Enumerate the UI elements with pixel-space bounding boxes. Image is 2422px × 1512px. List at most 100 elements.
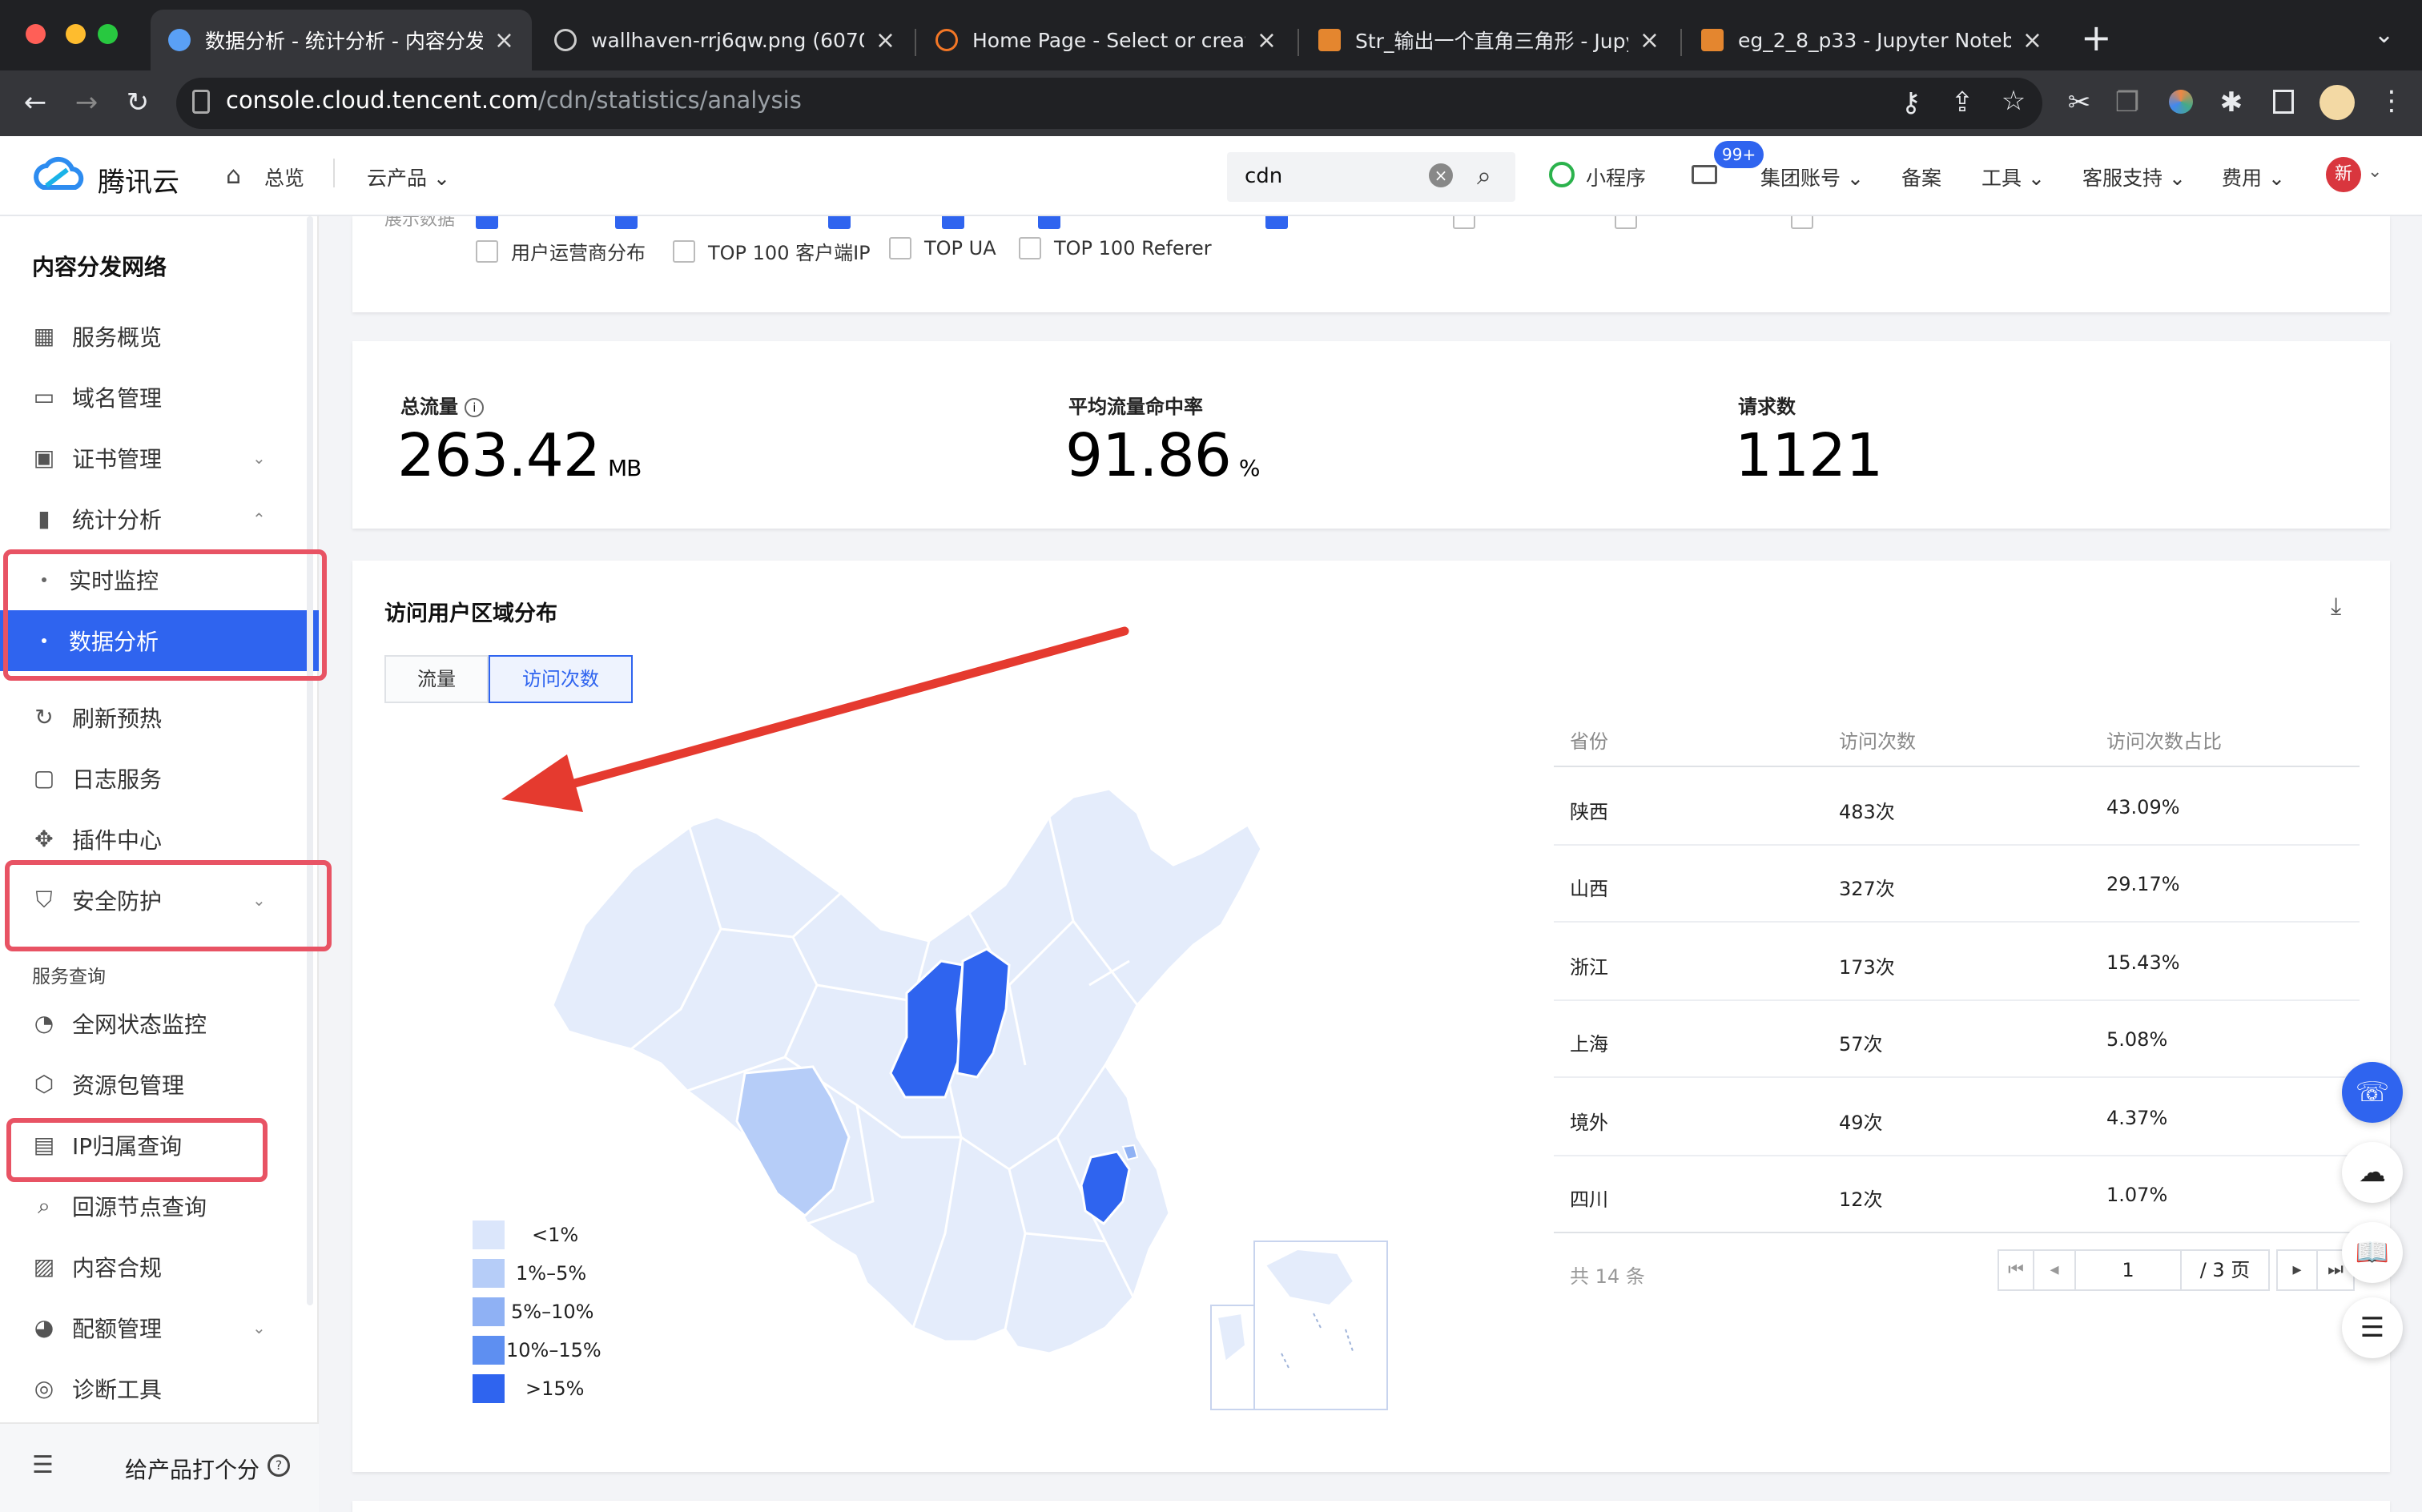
- first-page-button[interactable]: ⏮: [1998, 1249, 2034, 1291]
- legend-swatch: [473, 1336, 505, 1365]
- nav-support[interactable]: 客服支持 ⌄: [2082, 163, 2186, 191]
- sidebar-item-overview[interactable]: ▦ 服务概览: [0, 306, 319, 367]
- legend-swatch: [473, 1220, 505, 1249]
- metric-label-requests: 请求数: [1738, 396, 1796, 418]
- sidebar-item-certificates[interactable]: ▣ 证书管理 ⌄: [0, 428, 319, 489]
- browser-tab[interactable]: eg_2_8_p33 - Jupyter Notebo ×: [1684, 10, 2060, 70]
- filter-option-top-referer[interactable]: TOP 100 Referer: [1019, 237, 1212, 259]
- browser-tab[interactable]: Str_输出一个直角三角形 - Jupy ×: [1301, 10, 1677, 70]
- globe-favicon-icon: [554, 29, 577, 51]
- nav-tools[interactable]: 工具 ⌄: [1981, 163, 2045, 191]
- close-window-button[interactable]: [26, 24, 46, 44]
- puzzle-extensions-icon[interactable]: ✱: [2214, 86, 2249, 119]
- next-page-button[interactable]: ▸: [2276, 1249, 2318, 1291]
- sidebar-item-quota[interactable]: ◕ 配额管理 ⌄: [0, 1297, 319, 1358]
- clear-search-icon[interactable]: ×: [1429, 163, 1453, 187]
- sidebar-scrollbar[interactable]: [307, 216, 313, 1305]
- sidebar-item-content-compliance[interactable]: ▨ 内容合规: [0, 1237, 319, 1297]
- header-search-input[interactable]: cdn: [1245, 164, 1282, 188]
- close-tab-icon[interactable]: ×: [1257, 26, 1277, 54]
- key-icon[interactable]: ⚷: [1893, 86, 1929, 119]
- profile-avatar[interactable]: [2319, 85, 2355, 120]
- sidebar-item-packages[interactable]: ⬡ 资源包管理: [0, 1054, 319, 1115]
- sidebar-item-logs[interactable]: ▢ 日志服务: [0, 748, 319, 809]
- tab-search-chevron-icon[interactable]: ⌄: [2374, 21, 2394, 49]
- user-menu-chevron-icon[interactable]: ⌄: [2368, 162, 2382, 182]
- back-arrow-icon[interactable]: ←: [18, 86, 53, 119]
- share-icon[interactable]: ⇪: [1945, 86, 1980, 119]
- legend-label: 10%–15%: [506, 1339, 601, 1361]
- tencent-cloud-logo-icon[interactable]: [30, 155, 88, 197]
- color-extension-icon[interactable]: [2169, 90, 2193, 114]
- sidebar-item-refresh-prefetch[interactable]: ↻ 刷新预热: [0, 687, 319, 748]
- customer-service-button[interactable]: ☏: [2342, 1062, 2403, 1123]
- browser-tab-active[interactable]: 数据分析 - 统计分析 - 内容分发 ×: [151, 10, 532, 70]
- tab-traffic[interactable]: 流量: [384, 655, 489, 703]
- browser-tab[interactable]: Home Page - Select or create ×: [918, 10, 1294, 70]
- gauge-icon: ◔: [34, 1010, 54, 1036]
- forward-arrow-icon[interactable]: →: [69, 86, 104, 119]
- cloud-assistant-button[interactable]: ☁: [2342, 1142, 2403, 1203]
- sidepanel-icon[interactable]: [2273, 90, 2294, 114]
- download-icon[interactable]: ⤓: [2331, 593, 2341, 621]
- china-region-map[interactable]: [497, 721, 1410, 1426]
- info-icon[interactable]: i: [465, 398, 485, 417]
- pie-icon: ◕: [34, 1314, 54, 1341]
- list-button[interactable]: ☰: [2342, 1297, 2403, 1358]
- reload-icon[interactable]: ↻: [120, 86, 155, 119]
- nav-products[interactable]: 云产品 ⌄: [367, 163, 450, 191]
- book-icon: 📖: [2355, 1237, 2390, 1269]
- close-tab-icon[interactable]: ×: [875, 26, 895, 54]
- mini-program-icon: [1549, 162, 1575, 187]
- nav-mini-program[interactable]: 小程序: [1586, 163, 1646, 191]
- kebab-menu-icon[interactable]: ⋮: [2374, 85, 2409, 117]
- page-number-input[interactable]: 1: [2074, 1249, 2182, 1291]
- checkbox[interactable]: [889, 237, 911, 259]
- sidebar-item-statistics[interactable]: ▮ 统计分析 ⌃: [0, 489, 319, 549]
- docs-button[interactable]: 📖: [2342, 1222, 2403, 1283]
- home-icon: ⌂: [226, 162, 242, 190]
- legend-label: >15%: [525, 1377, 585, 1400]
- brand-name[interactable]: 腾讯云: [98, 160, 179, 199]
- mail-icon[interactable]: [1692, 165, 1717, 184]
- copy-extension-icon[interactable]: ❐: [2110, 86, 2145, 119]
- checkbox[interactable]: [476, 239, 498, 263]
- sidebar-item-domains[interactable]: ▭ 域名管理: [0, 367, 319, 428]
- nav-overview[interactable]: 总览: [264, 163, 304, 191]
- sidebar-item-diagnose[interactable]: ◎ 诊断工具: [0, 1358, 319, 1419]
- nav-fees[interactable]: 费用 ⌄: [2222, 163, 2285, 191]
- table-cell-share: 29.17%: [2106, 873, 2180, 895]
- filter-row-clipped: 展示数据: [352, 216, 2390, 229]
- close-tab-icon[interactable]: ×: [2022, 26, 2042, 54]
- prev-page-button[interactable]: ◂: [2033, 1249, 2076, 1291]
- sidebar-item-network-status[interactable]: ◔ 全网状态监控: [0, 993, 319, 1054]
- filter-option-top-client-ip[interactable]: TOP 100 客户端IP: [673, 237, 871, 265]
- sidebar-item-origin-node-lookup[interactable]: ⌕ 回源节点查询: [0, 1176, 319, 1237]
- diagnose-icon: ◎: [34, 1375, 54, 1401]
- nav-group-account[interactable]: 集团账号 ⌄: [1760, 163, 1864, 191]
- browser-tab[interactable]: wallhaven-rrj6qw.png (6070× ×: [537, 10, 913, 70]
- table-cell-visits: 57次: [1839, 1033, 1883, 1056]
- highlight-box: [6, 1118, 268, 1182]
- bookmark-star-icon[interactable]: ☆: [1996, 85, 2031, 117]
- minimize-window-button[interactable]: [66, 24, 86, 44]
- collapse-sidebar-icon[interactable]: ☰: [32, 1451, 54, 1479]
- checkbox[interactable]: [673, 239, 695, 263]
- table-cell-visits: 49次: [1839, 1112, 1883, 1134]
- feedback-link[interactable]: 给产品打个分: [125, 1453, 260, 1485]
- checkbox[interactable]: [1019, 237, 1041, 259]
- certificate-icon: ▣: [33, 444, 55, 471]
- highlight-box: [3, 549, 327, 681]
- close-tab-icon[interactable]: ×: [494, 26, 514, 54]
- tab-title: Str_输出一个直角三角形 - Jupy: [1355, 30, 1628, 53]
- scissors-extension-icon[interactable]: ✂: [2062, 86, 2097, 119]
- notebook-favicon-icon: [1701, 29, 1724, 51]
- maximize-window-button[interactable]: [98, 24, 118, 44]
- search-icon[interactable]: ⌕: [1477, 160, 1491, 191]
- filter-option-isp[interactable]: 用户运营商分布: [476, 237, 646, 265]
- new-tab-button[interactable]: +: [2081, 16, 2112, 59]
- close-tab-icon[interactable]: ×: [1639, 26, 1660, 54]
- user-avatar[interactable]: 新: [2326, 157, 2361, 192]
- filter-option-top-ua[interactable]: TOP UA: [889, 237, 996, 259]
- nav-filing[interactable]: 备案: [1901, 163, 1941, 191]
